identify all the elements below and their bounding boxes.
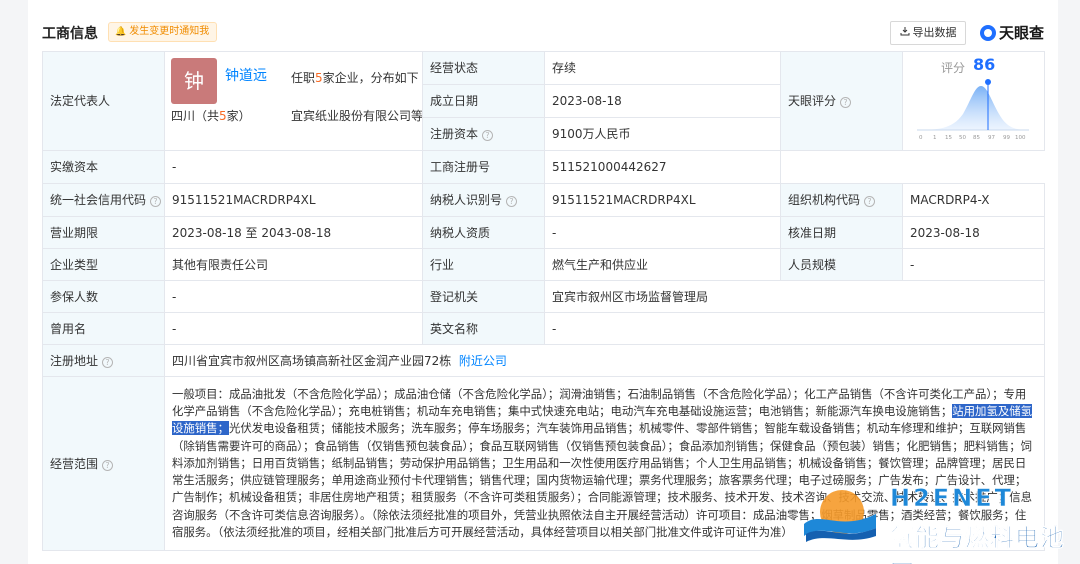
help-icon[interactable]: ? [102,356,114,368]
org-code-label: 组织机构代码? [780,183,903,217]
industry-value: 燃气生产和供应业 [544,248,781,281]
former-name-value: - [164,312,423,345]
established-label: 成立日期 [422,84,545,118]
insured-value: - [164,280,423,313]
help-icon[interactable]: ? [840,97,852,108]
tianyancha-logo[interactable]: 天眼查 [979,20,1044,46]
axis-tick: 99 [1003,135,1010,141]
axis-tick: 50 [959,135,966,141]
score-marker-dot [985,79,991,85]
help-icon[interactable]: ? [864,196,876,207]
staff-size-label: 人员规模 [780,248,903,281]
address-value: 四川省宜宾市叙州区高场镇高新社区金润产业园72栋 附近公司 [164,344,1045,377]
change-notify-button[interactable]: 🔔 发生变更时通知我 [108,22,218,42]
business-info-card: 工商信息 🔔 发生变更时通知我 导出数据 天眼查 法定代表人 钟 钟道远 任职5家… [28,0,1058,564]
english-name-value: - [544,312,1045,345]
paid-capital-value: - [164,150,423,184]
address-text: 四川省宜宾市叙州区高场镇高新社区金润产业园72栋 [172,353,452,368]
credit-code-label: 统一社会信用代码? [42,183,165,217]
score-distribution-chart: 0 1 15 50 85 97 99 100 [917,79,1029,141]
former-name-label: 曾用名 [42,312,165,345]
legal-rep-region: 四川（共5家） [171,109,251,123]
nearby-companies-link[interactable]: 附近公司 [459,354,507,368]
notify-label: 发生变更时通知我 [129,26,210,37]
distribution-area [917,86,1029,130]
term-label: 营业期限 [42,216,165,249]
bell-icon: 🔔 [115,27,127,37]
insured-label: 参保人数 [42,280,165,313]
axis-tick: 15 [945,135,952,141]
section-title: 工商信息 [42,26,98,42]
reg-authority-label: 登记机关 [422,280,545,313]
help-icon[interactable]: ? [150,196,162,207]
reg-authority-value: 宜宾市叙州区市场监督管理局 [544,280,1045,313]
business-reg-no-label: 工商注册号 [422,150,545,184]
company-type-value: 其他有限责任公司 [164,248,423,281]
capital-label: 注册资本? [422,117,545,151]
help-icon[interactable]: ? [482,130,494,141]
status-label: 经营状态 [422,51,545,85]
address-label: 注册地址? [42,344,165,377]
axis-tick: 1 [933,135,937,141]
business-info-table: 法定代表人 钟 钟道远 任职5家企业，分布如下 四川（共5家） 宜宾纸业股份有限… [42,51,1045,551]
taxpayer-id-value: 91511521MACRDRP4XL [544,183,781,217]
established-value: 2023-08-18 [544,84,781,118]
tianyancha-eye-icon [979,25,996,41]
legal-rep-label: 法定代表人 [42,51,165,151]
help-icon[interactable]: ? [102,459,114,471]
help-icon[interactable]: ? [506,196,518,207]
taxpayer-id-label: 纳税人识别号? [422,183,545,217]
scope-label: 经营范围? [42,376,165,551]
business-reg-no-value: 511521000442627 [544,150,781,184]
staff-size-value: - [902,248,1045,281]
status-value: 存续 [544,51,781,85]
tianyan-score-label: 天眼评分? [780,51,903,151]
business-scope-text: 一般项目：成品油批发（不含危险化学品）；成品油仓储（不含危险化学品）；润滑油销售… [164,376,1045,551]
industry-label: 行业 [422,248,545,281]
legal-rep-name[interactable]: 钟道远 [225,67,267,85]
taxpayer-qual-value: - [544,216,781,249]
download-icon [900,22,910,44]
org-code-value: MACRDRP4-X [902,183,1045,217]
export-label: 导出数据 [912,26,957,39]
approval-date-value: 2023-08-18 [902,216,1045,249]
axis-tick: 97 [988,135,995,141]
term-value: 2023-08-18 至 2043-08-18 [164,216,423,249]
axis-tick: 100 [1015,135,1026,141]
export-data-button[interactable]: 导出数据 [890,21,966,45]
paid-capital-label: 实缴资本 [42,150,165,184]
approval-date-label: 核准日期 [780,216,903,249]
legal-rep-company[interactable]: 宜宾纸业股份有限公司等 [291,107,422,125]
axis-tick: 0 [919,135,923,141]
tianyan-score-cell[interactable]: 评分 86 0 1 15 50 85 97 99 100 [902,51,1045,151]
legal-rep-avatar[interactable]: 钟 [171,58,217,104]
english-name-label: 英文名称 [422,312,545,345]
brand-name: 天眼查 [998,24,1044,42]
score-title: 评分 [941,61,966,75]
legal-rep-cell: 钟 钟道远 任职5家企业，分布如下 四川（共5家） 宜宾纸业股份有限公司等 [164,51,423,151]
credit-code-value: 91511521MACRDRP4XL [164,183,423,217]
axis-tick: 85 [973,135,980,141]
company-type-label: 企业类型 [42,248,165,281]
section-header: 工商信息 🔔 发生变更时通知我 导出数据 天眼查 [42,20,1044,48]
taxpayer-qual-label: 纳税人资质 [422,216,545,249]
capital-value: 9100万人民币 [544,117,781,151]
legal-rep-roles: 任职5家企业，分布如下 [291,71,419,85]
score-value: 86 [973,55,996,74]
